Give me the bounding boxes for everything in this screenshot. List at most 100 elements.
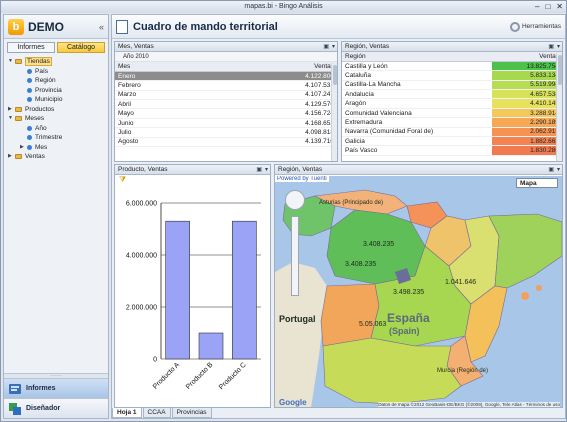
- table-row[interactable]: Agosto 4.139.710: [115, 137, 337, 148]
- map-canvas[interactable]: Asturias (Principado de) 3.408.235 3.408.2…: [275, 176, 562, 407]
- sheet-tabs: Hoja 1 CCAA Provincias: [112, 408, 213, 418]
- cell-ventas: 4.156.724: [215, 108, 337, 119]
- panel-maximize-button[interactable]: ▣: [256, 165, 262, 175]
- minimize-button[interactable]: –: [535, 2, 539, 12]
- tree-item-meses[interactable]: ▼ Meses: [6, 114, 106, 124]
- map-zoom-slider[interactable]: [291, 216, 299, 296]
- cell-ventas: 13.825.754: [492, 61, 562, 72]
- table-row[interactable]: Cataluña 5.833.134: [342, 70, 562, 81]
- left-sidebar: b DEMO « Informes Catálogo ▼ Tiendas País R…: [3, 14, 109, 419]
- tree-item-tiendas[interactable]: ▼ Tiendas: [6, 57, 106, 67]
- sidebar-nav: ······· Informes Diseñador: [4, 373, 108, 418]
- expand-arrow-icon[interactable]: ▶: [20, 143, 27, 153]
- mes-table-scrollbar[interactable]: [331, 63, 337, 161]
- filter-icon[interactable]: ⧩: [115, 175, 270, 185]
- powered-link[interactable]: Powered by Tuenti: [275, 176, 329, 182]
- region-baleares-2[interactable]: [536, 285, 542, 291]
- tab-ccaa[interactable]: CCAA: [142, 408, 171, 418]
- expand-arrow-icon[interactable]: ▶: [8, 152, 15, 162]
- tools-label: Herramientas: [521, 23, 561, 30]
- panel-menu-button[interactable]: ▾: [265, 165, 268, 175]
- cell-mes: Febrero: [115, 80, 216, 91]
- brand-header: b DEMO «: [4, 15, 108, 39]
- tree-item-label: Productos: [25, 105, 55, 113]
- tree-item-provincia[interactable]: Provincia: [6, 86, 106, 96]
- table-row[interactable]: Aragón 4.410.145: [342, 98, 562, 109]
- table-row[interactable]: Castilla y León 13.825.754: [342, 61, 562, 72]
- x-tick-label: Producto C: [218, 361, 248, 391]
- table-row[interactable]: Extremadura 2.290.189: [342, 117, 562, 128]
- tab-catalogo[interactable]: Catálogo: [57, 42, 105, 53]
- bingo-logo-icon: b: [8, 18, 24, 35]
- folder-icon: [15, 116, 22, 122]
- region-baleares[interactable]: [521, 292, 529, 300]
- tab-provincias[interactable]: Provincias: [171, 408, 212, 418]
- region-ventas-title: Región, Ventas: [345, 43, 390, 50]
- tree-item-mes[interactable]: ▶ Mes: [6, 143, 106, 153]
- producto-ventas-header: Producto, Ventas ▣ ▾: [115, 165, 270, 175]
- map-label: 3.408.235: [363, 241, 394, 248]
- x-tick-label: Producto A: [152, 361, 181, 390]
- table-row[interactable]: Marzo 4.107.247: [115, 90, 337, 101]
- nav-disenador-button[interactable]: Diseñador: [4, 398, 108, 418]
- designer-icon: [9, 402, 21, 415]
- panel-maximize-button[interactable]: ▣: [323, 42, 329, 52]
- col-header-region[interactable]: Región: [342, 52, 492, 62]
- dimension-icon: [27, 78, 32, 84]
- col-header-mes[interactable]: Mes: [115, 62, 216, 72]
- panel-menu-button[interactable]: ▾: [332, 42, 335, 52]
- cell-ventas: 4.410.145: [492, 98, 562, 109]
- folder-icon: [15, 106, 22, 112]
- producto-ventas-title: Producto, Ventas: [118, 166, 168, 173]
- tree-item-productos[interactable]: ▶ Productos: [6, 105, 106, 115]
- close-window-button[interactable]: ✕: [556, 2, 563, 12]
- cell-mes: Mayo: [115, 108, 216, 119]
- folder-icon: [15, 154, 22, 160]
- panel-maximize-button[interactable]: ▣: [548, 42, 554, 52]
- panel-maximize-button[interactable]: ▣: [548, 165, 554, 175]
- maximize-button[interactable]: □: [545, 2, 550, 12]
- tab-hoja1[interactable]: Hoja 1: [112, 408, 142, 418]
- tools-button[interactable]: Herramientas: [509, 21, 561, 32]
- tree-item-ventas[interactable]: ▶ Ventas: [6, 152, 106, 162]
- region-extremadura[interactable]: [320, 283, 380, 347]
- panel-menu-button[interactable]: ▾: [557, 165, 560, 175]
- table-row[interactable]: Andalucía 4.657.538: [342, 89, 562, 100]
- bar: [232, 220, 257, 360]
- tree-item-municipio[interactable]: Municipio: [6, 95, 106, 105]
- table-row[interactable]: Julio 4.098.818: [115, 127, 337, 138]
- cell-mes: Enero: [115, 71, 216, 82]
- table-row[interactable]: Febrero 4.107.531: [115, 80, 337, 91]
- expand-arrow-icon[interactable]: ▼: [8, 57, 15, 67]
- folder-icon: [15, 59, 22, 65]
- expand-arrow-icon[interactable]: ▼: [8, 114, 15, 124]
- tree-item-año[interactable]: Año: [6, 124, 106, 134]
- table-row[interactable]: Castilla-La Mancha 5.519.994: [342, 80, 562, 91]
- table-row[interactable]: Enero 4.122.800: [115, 71, 337, 82]
- table-row[interactable]: Mayo 4.156.724: [115, 108, 337, 119]
- table-row[interactable]: Junio 4.168.653: [115, 118, 337, 129]
- map-pan-control[interactable]: [285, 190, 305, 210]
- tree-item-trimestre[interactable]: Trimestre: [6, 133, 106, 143]
- region-table-scrollbar[interactable]: [556, 53, 562, 161]
- cell-ventas: 4.168.653: [215, 118, 337, 129]
- tree-item-país[interactable]: País: [6, 67, 106, 77]
- cell-ventas: 3.288.914: [492, 108, 562, 119]
- map-type-select[interactable]: Mapa: [516, 178, 558, 188]
- col-header-ventas[interactable]: Ventas: [215, 62, 337, 72]
- col-header-ventas[interactable]: Ventas: [492, 52, 562, 62]
- table-row[interactable]: Navarra (Comunidad Foral de) 2.062.915: [342, 127, 562, 138]
- table-row[interactable]: País Vasco 1.830.286: [342, 145, 562, 156]
- brand-name: DEMO: [28, 19, 64, 34]
- tab-informes[interactable]: Informes: [7, 42, 55, 53]
- panel-menu-button[interactable]: ▾: [557, 42, 560, 52]
- tree-item-región[interactable]: Región: [6, 76, 106, 86]
- table-row[interactable]: Galicia 1.882.668: [342, 136, 562, 147]
- expand-arrow-icon[interactable]: ▶: [8, 105, 15, 115]
- nav-informes-button[interactable]: Informes: [4, 378, 108, 398]
- cell-mes: Junio: [115, 118, 216, 129]
- collapse-sidebar-button[interactable]: «: [99, 22, 104, 32]
- table-row[interactable]: Abril 4.129.576: [115, 99, 337, 110]
- cell-region: Galicia: [342, 136, 492, 147]
- table-row[interactable]: Comunidad Valenciana 3.288.914: [342, 108, 562, 119]
